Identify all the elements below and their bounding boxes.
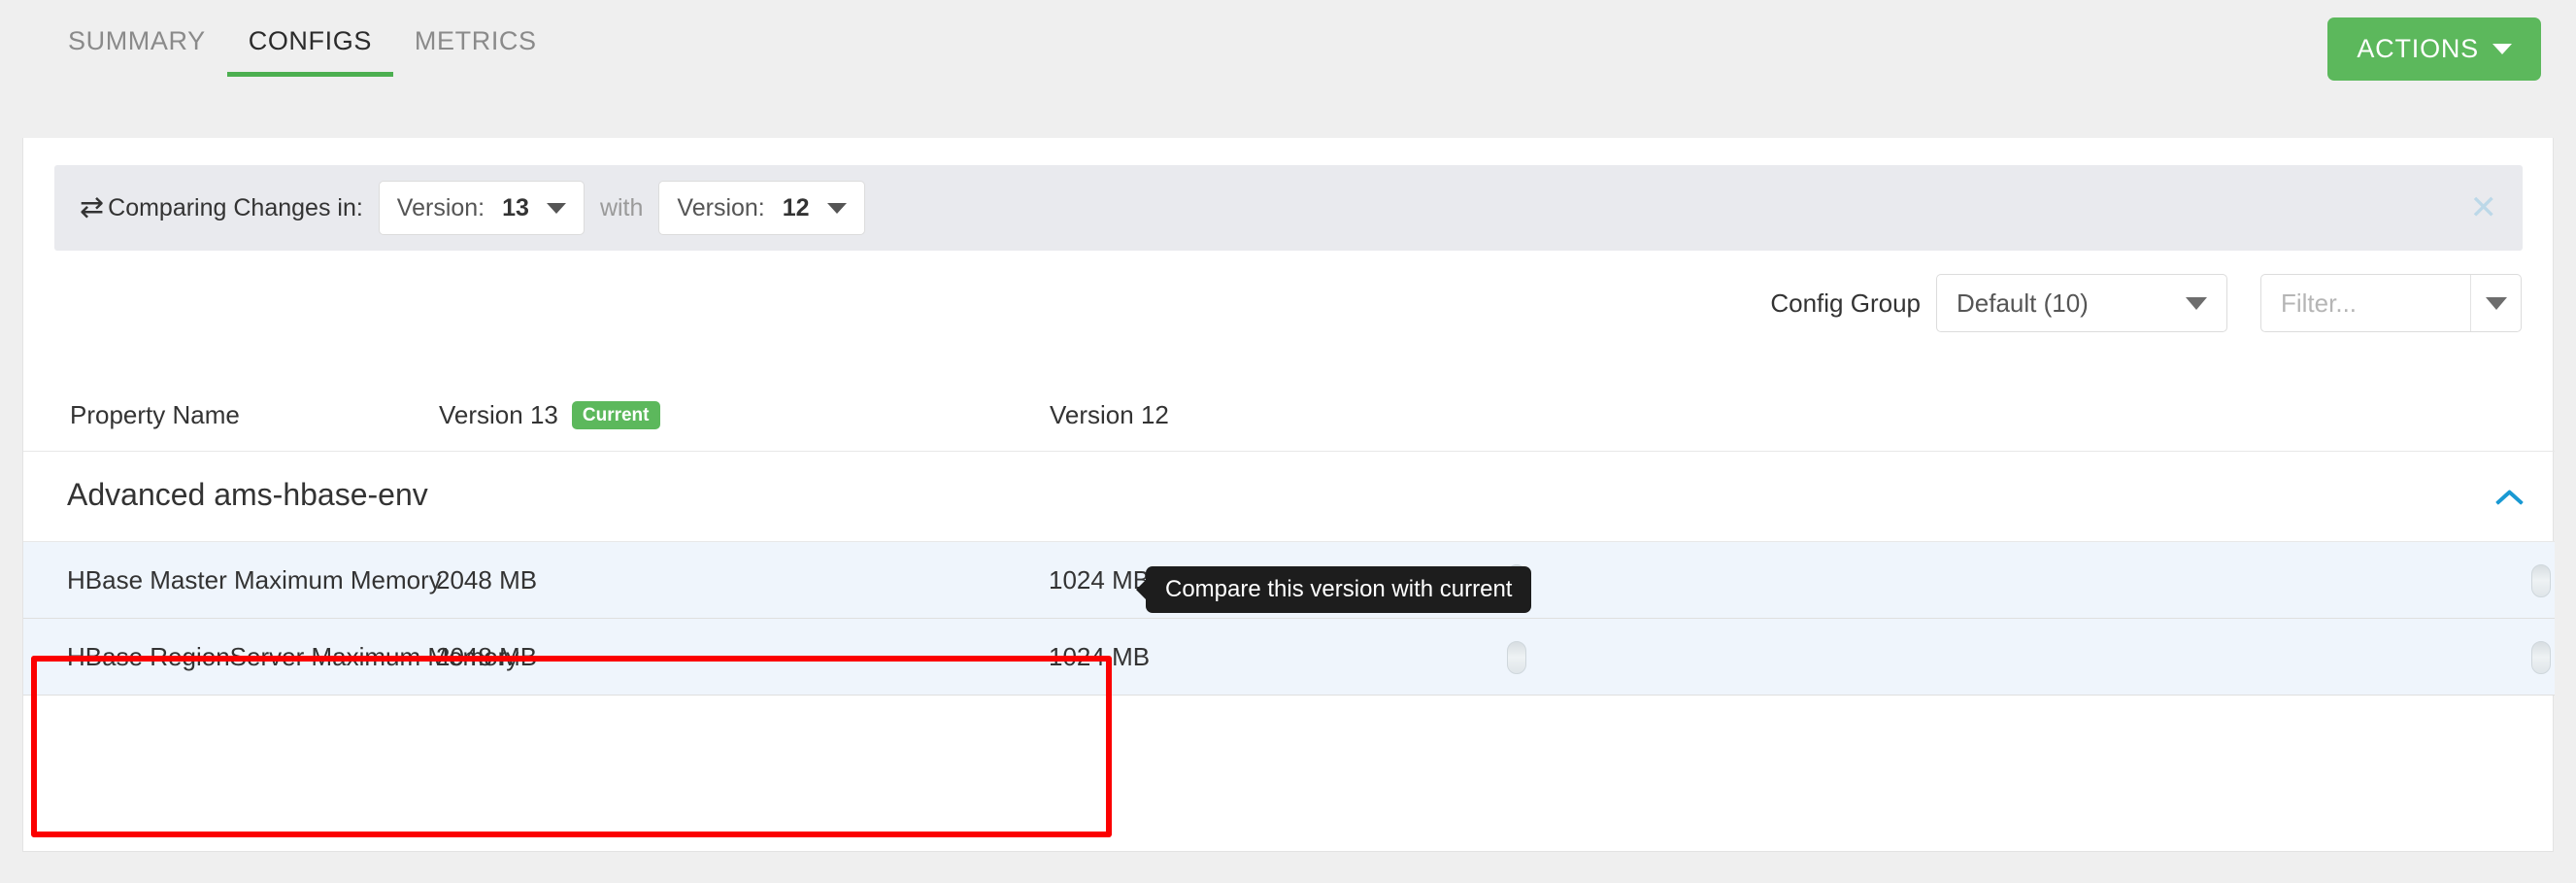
version-select-right-value: 12 [783, 194, 810, 222]
exchange-arrows-icon: ⇄ [80, 193, 104, 222]
version-select-left[interactable]: Version: 13 [379, 181, 585, 235]
slider-handle-right[interactable] [2531, 641, 2551, 674]
filter-combo [2260, 274, 2522, 332]
version-select-left-value: 13 [502, 194, 529, 222]
config-group-label: Config Group [1770, 289, 1921, 319]
column-header-version-left-label: Version 13 [439, 400, 558, 430]
chevron-down-icon [2486, 297, 2507, 310]
table-row[interactable]: HBase RegionServer Maximum Memory 2048 M… [23, 619, 2555, 696]
version-select-left-label: Version: [397, 194, 485, 222]
with-label: with [600, 194, 643, 222]
chevron-up-icon[interactable] [2494, 489, 2524, 506]
config-section-header[interactable]: Advanced ams-hbase-env [23, 452, 2555, 542]
column-header-version-right: Version 12 [1050, 400, 1169, 430]
config-section-title: Advanced ams-hbase-env [67, 477, 428, 513]
table-header-row: Property Name Version 13 Current Version… [23, 376, 2555, 452]
tab-summary[interactable]: SUMMARY [47, 25, 227, 77]
cell-version-left-value: 2048 MB [436, 642, 537, 672]
chevron-down-icon [547, 203, 566, 214]
top-tab-bar: SUMMARY CONFIGS METRICS ACTIONS [0, 0, 2576, 115]
tab-configs[interactable]: CONFIGS [227, 25, 393, 77]
chevron-down-icon [2492, 44, 2512, 54]
configs-panel: ⇄ Comparing Changes in: Version: 13 with… [22, 138, 2554, 852]
filter-input[interactable] [2261, 275, 2470, 331]
close-icon[interactable]: ✕ [2470, 191, 2498, 224]
tooltip: Compare this version with current [1146, 566, 1531, 613]
cell-property-name: HBase Master Maximum Memory [67, 565, 442, 595]
config-group-select[interactable]: Default (10) [1936, 274, 2227, 332]
filter-dropdown-button[interactable] [2470, 275, 2521, 331]
cell-version-right-value: 1024 MB [1049, 642, 1150, 672]
column-header-version-left: Version 13 Current [439, 400, 660, 430]
tab-metrics[interactable]: METRICS [393, 25, 558, 77]
actions-button-label: ACTIONS [2357, 34, 2479, 64]
cell-version-right-value: 1024 MB [1049, 565, 1150, 595]
slider-handle-left[interactable] [1507, 641, 1526, 674]
compare-changes-bar: ⇄ Comparing Changes in: Version: 13 with… [54, 165, 2523, 251]
chevron-down-icon [827, 203, 847, 214]
slider-handle-right[interactable] [2531, 564, 2551, 597]
filter-toolbar: Config Group Default (10) [1770, 274, 2522, 332]
version-select-right[interactable]: Version: 12 [658, 181, 864, 235]
actions-button[interactable]: ACTIONS [2327, 17, 2541, 81]
config-group-selected-value: Default (10) [1957, 289, 2089, 319]
version-select-right-label: Version: [677, 194, 764, 222]
cell-version-left-value: 2048 MB [436, 565, 537, 595]
tab-list: SUMMARY CONFIGS METRICS [47, 25, 558, 77]
status-badge-current: Current [572, 401, 660, 429]
comparing-changes-label: Comparing Changes in: [108, 194, 363, 222]
chevron-down-icon [2186, 297, 2207, 310]
column-header-property-name: Property Name [70, 400, 240, 430]
